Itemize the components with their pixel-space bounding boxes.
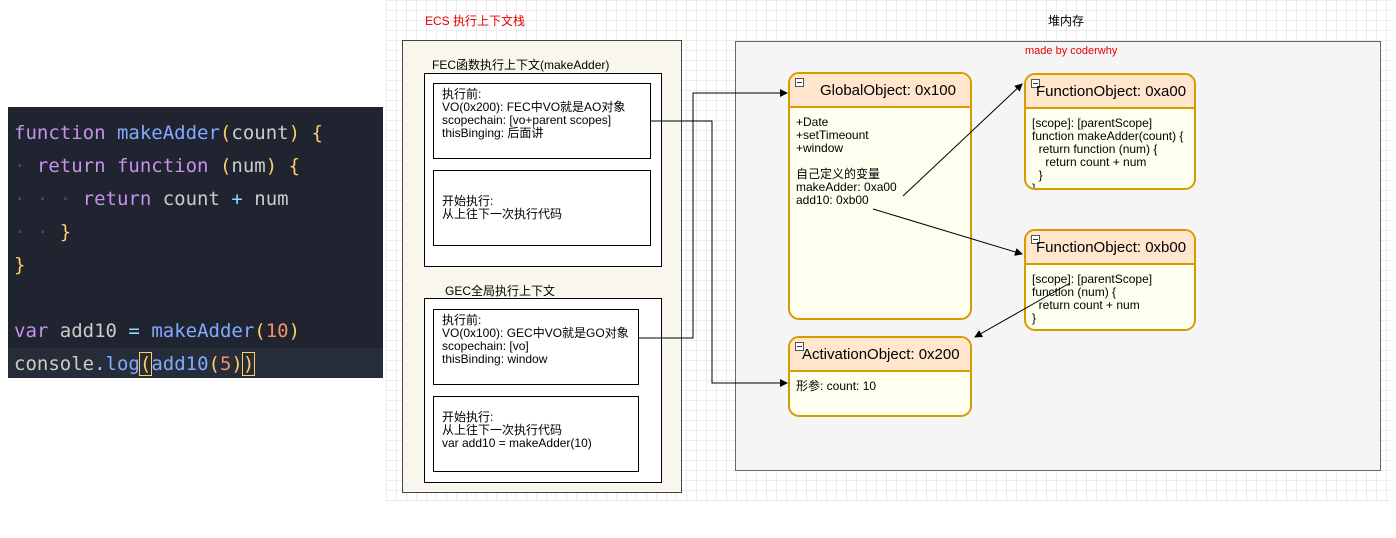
arrow-function-b00-scope-to-activation-object [974,282,1071,338]
arrow-make-adder-to-function-a00 [902,83,1023,197]
arrow-fec-vo-to-activation-object [651,120,788,387]
connector-layer [639,83,1071,387]
arrow-add10-to-function-b00 [872,208,1023,256]
arrow-gec-vo-to-global-object [639,89,788,339]
